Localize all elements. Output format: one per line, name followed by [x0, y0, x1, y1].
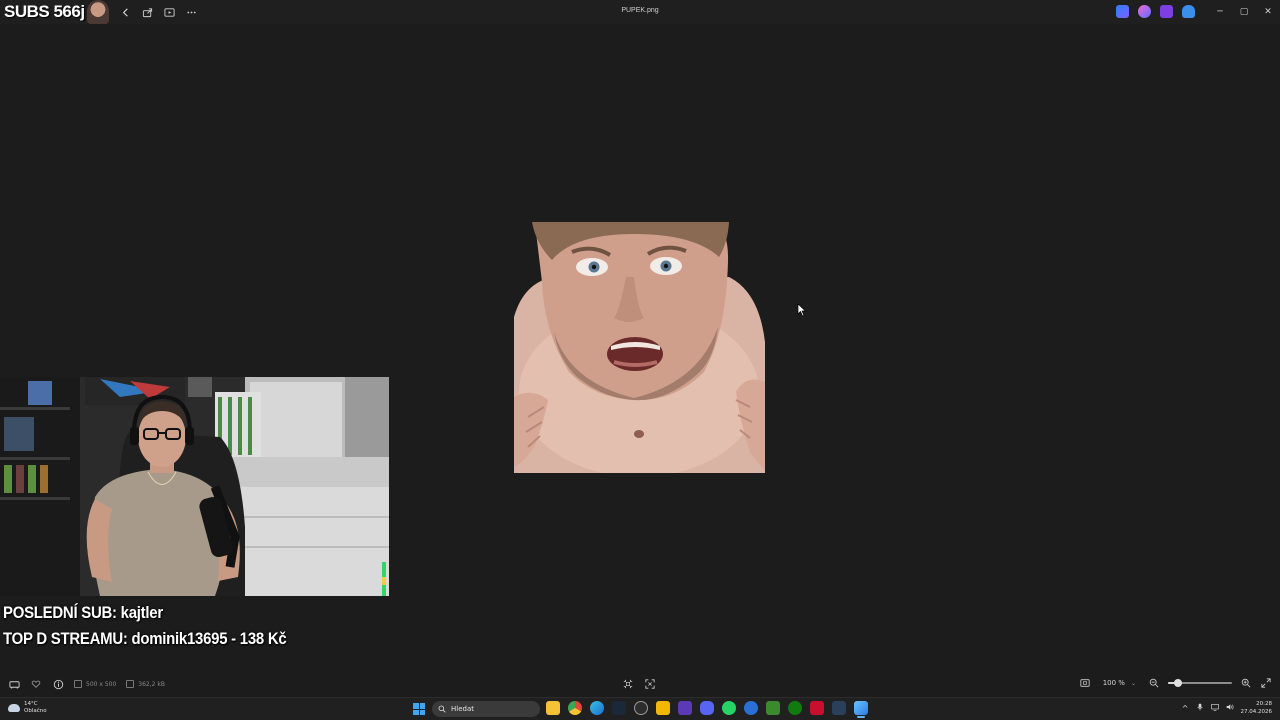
- window-controls: ─ ▢ ✕: [1208, 0, 1280, 24]
- zoom-slider[interactable]: [1168, 677, 1232, 689]
- filmstrip-toggle-button[interactable]: [8, 678, 20, 690]
- windows-taskbar: 14°C Oblačno Hledat ^ 20:28 27.04.2026: [0, 697, 1280, 720]
- title-app-shortcuts: [1116, 5, 1195, 18]
- status-center-group: [622, 678, 656, 690]
- discord-icon[interactable]: [700, 701, 714, 715]
- zoom-slider-thumb[interactable]: [1173, 679, 1182, 687]
- app-purple-icon[interactable]: [678, 701, 692, 715]
- zoom-dropdown[interactable]: 100 % ⌄: [1099, 677, 1140, 689]
- weather-temperature: 14°C: [24, 701, 38, 707]
- crop-button[interactable]: [622, 678, 634, 690]
- chevron-up-icon[interactable]: ^: [1182, 704, 1189, 713]
- zoom-in-icon: [1241, 678, 1251, 688]
- minimize-button[interactable]: ─: [1208, 0, 1232, 24]
- minecraft-icon[interactable]: [766, 701, 780, 715]
- weather-widget[interactable]: 14°C Oblačno: [8, 701, 47, 715]
- chrome-icon[interactable]: [568, 701, 582, 715]
- microphone-icon[interactable]: [1196, 703, 1204, 713]
- file-info-button[interactable]: [52, 678, 64, 690]
- crop-icon: [623, 679, 633, 689]
- file-size-icon: [126, 680, 135, 688]
- clock-time: 20:28: [1256, 701, 1272, 707]
- displayed-image[interactable]: [514, 222, 765, 473]
- expand-icon: [1261, 678, 1271, 688]
- image-dimensions: 500 x 500: [74, 680, 116, 688]
- heart-icon: [31, 680, 41, 688]
- adobe-icon[interactable]: [810, 701, 824, 715]
- last-sub-text: POSLEDNÍ SUB: kajtler: [3, 603, 163, 622]
- webcam-overlay: [0, 377, 389, 596]
- taskbar-search[interactable]: Hledat: [432, 701, 540, 717]
- subs-counter-overlay: SUBS 566j: [0, 0, 109, 24]
- store-icon[interactable]: [656, 701, 670, 715]
- obs-icon[interactable]: [634, 701, 648, 715]
- maximize-button[interactable]: ▢: [1232, 0, 1256, 24]
- info-icon: [53, 679, 63, 689]
- zoom-out-button[interactable]: [1148, 677, 1160, 689]
- actual-size-button[interactable]: [1079, 677, 1091, 689]
- search-placeholder: Hledat: [451, 705, 474, 713]
- subs-counter-text: SUBS 566j: [4, 2, 85, 21]
- top-donation-text: TOP D STREAMU: dominik13695 - 138 Kč: [3, 629, 287, 648]
- steam-icon[interactable]: [612, 701, 626, 715]
- streamer-face-icon: [86, 0, 109, 24]
- onedrive-app-icon[interactable]: [1182, 5, 1195, 18]
- network-glyph: [1210, 704, 1219, 711]
- title-bar: SUBS 566j PUPEK.png ─ ▢ ✕: [0, 0, 1280, 24]
- actual-size-icon: [1080, 679, 1090, 687]
- fit-icon: [645, 679, 655, 689]
- volume-glyph: [1226, 704, 1233, 710]
- copilot-app-icon[interactable]: [1138, 5, 1151, 18]
- image-file-size-text: 362,2 kB: [138, 680, 165, 688]
- battlenet-icon[interactable]: [744, 701, 758, 715]
- fit-to-window-button[interactable]: [644, 678, 656, 690]
- image-dimensions-text: 500 x 500: [86, 680, 117, 688]
- volume-icon[interactable]: [1226, 703, 1234, 713]
- favorite-button[interactable]: [30, 678, 42, 690]
- weather-text: 14°C Oblačno: [24, 701, 47, 715]
- stream-info-overlay: POSLEDNÍ SUB: kajtler TOP D STREAMU: dom…: [3, 600, 325, 652]
- search-icon: [438, 705, 446, 713]
- start-button[interactable]: [413, 703, 425, 715]
- status-right-group: 100 % ⌄: [1079, 677, 1272, 689]
- network-icon[interactable]: [1210, 703, 1219, 713]
- system-tray: ^ 20:28 27.04.2026: [1182, 700, 1272, 716]
- image-file-size: 362,2 kB: [126, 680, 165, 688]
- zoom-out-icon: [1149, 678, 1159, 688]
- filmstrip-icon: [8, 680, 20, 689]
- taskbar-clock[interactable]: 20:28 27.04.2026: [1241, 700, 1273, 716]
- edge-icon[interactable]: [590, 701, 604, 715]
- windows-logo-icon: [413, 703, 419, 709]
- designer-app-icon[interactable]: [1116, 5, 1129, 18]
- photos-app-icon[interactable]: [854, 701, 868, 718]
- taskbar-pinned-apps: [546, 701, 868, 718]
- whatsapp-icon[interactable]: [722, 701, 736, 715]
- fullscreen-button[interactable]: [1260, 677, 1272, 689]
- close-button[interactable]: ✕: [1256, 0, 1280, 24]
- clipchamp-app-icon[interactable]: [1160, 5, 1173, 18]
- file-title: PUPEK.png: [621, 7, 659, 14]
- chevron-down-icon: ⌄: [1130, 679, 1136, 687]
- microphone-glyph: [1196, 703, 1203, 711]
- cloud-icon: [8, 704, 20, 712]
- clock-date: 27.04.2026: [1240, 709, 1273, 715]
- face-on-belly-image: [514, 222, 765, 473]
- status-left-group: 500 x 500 362,2 kB: [8, 678, 165, 690]
- zoom-in-button[interactable]: [1240, 677, 1252, 689]
- xbox-icon[interactable]: [788, 701, 802, 715]
- webcam-feed-image: [0, 377, 389, 596]
- zoom-level-text: 100 %: [1102, 679, 1125, 687]
- dimensions-icon: [74, 680, 82, 688]
- steam-link-icon[interactable]: [832, 701, 846, 715]
- viewer-status-bar: 500 x 500 362,2 kB 100 % ⌄: [0, 674, 1280, 696]
- weather-description: Oblačno: [24, 708, 47, 714]
- mouse-cursor-icon: [797, 303, 807, 317]
- file-explorer-icon[interactable]: [546, 701, 560, 715]
